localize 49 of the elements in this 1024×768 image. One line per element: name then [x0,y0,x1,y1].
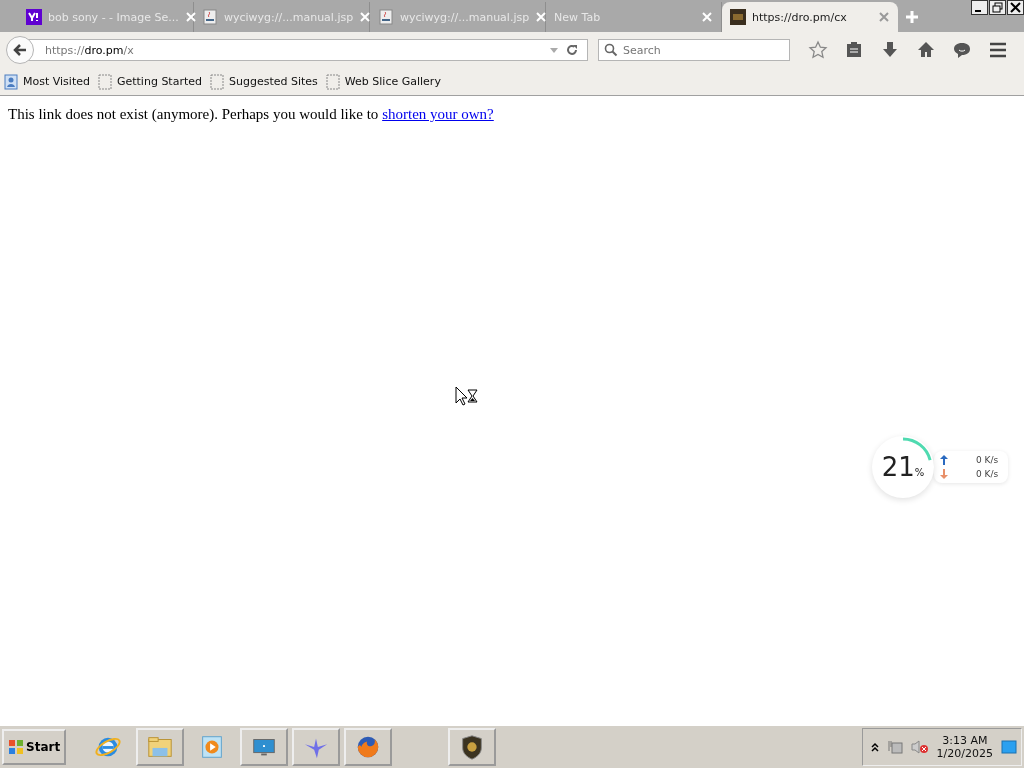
percent-value: 21 [881,452,915,482]
yahoo-icon [26,9,42,25]
download-speed: 0 K/s [976,469,999,479]
star-icon[interactable] [808,40,828,60]
chat-icon[interactable] [952,40,972,60]
minimize-icon [975,10,981,12]
shield-icon[interactable] [448,728,497,766]
clock-date: 1/20/2025 [936,747,993,760]
monitor-icon[interactable] [240,728,289,766]
home-icon[interactable] [916,40,936,60]
browser-tab[interactable]: https://dro.pm/cx [722,2,898,32]
close-icon[interactable] [878,11,890,23]
restore-icon [990,1,1005,14]
url-field[interactable]: https://dro.pm/x [28,39,588,61]
muted-speaker-icon[interactable] [910,739,929,755]
bookmark-page-icon [210,73,224,90]
menu-icon[interactable] [988,40,1008,60]
restore-button[interactable] [989,0,1006,15]
close-icon [1008,1,1023,14]
clock-time: 3:13 AM [942,734,988,747]
download-arrow-icon [940,469,948,479]
document-icon [378,9,394,25]
document-icon [202,9,218,25]
message-text: This link does not exist (anymore). Perhaps you would like to shorten your own? [8,106,495,123]
minimize-button[interactable] [971,0,988,15]
back-arrow-icon [12,42,28,58]
reload-icon[interactable] [565,43,579,57]
bookmark-item[interactable]: Most Visited [4,73,90,90]
bookmark-folder-icon [4,73,18,90]
page-icon [730,9,746,25]
busy-cursor-icon [455,386,479,406]
start-button[interactable]: Start [2,729,67,765]
folder-icon[interactable] [136,728,185,766]
back-button[interactable] [6,36,34,64]
bookmark-item[interactable]: Web Slice Gallery [325,73,441,90]
search-field[interactable]: Search [598,39,790,61]
clipboard-icon[interactable] [844,40,864,60]
bookmark-item[interactable]: Suggested Sites [210,73,318,90]
upload-speed: 0 K/s [976,455,999,465]
plus-icon[interactable] [904,9,920,25]
bookmark-item[interactable]: Getting Started [97,73,202,90]
chevron-up-icon[interactable] [870,742,879,752]
bookmark-page-icon [97,73,112,90]
percent-unit: % [914,467,925,478]
shorten-link[interactable]: shorten your own? [382,106,494,122]
windows-logo-icon [8,739,24,755]
close-button[interactable] [1007,0,1024,15]
upload-arrow-icon [940,455,948,465]
bookmark-page-icon [325,73,340,90]
